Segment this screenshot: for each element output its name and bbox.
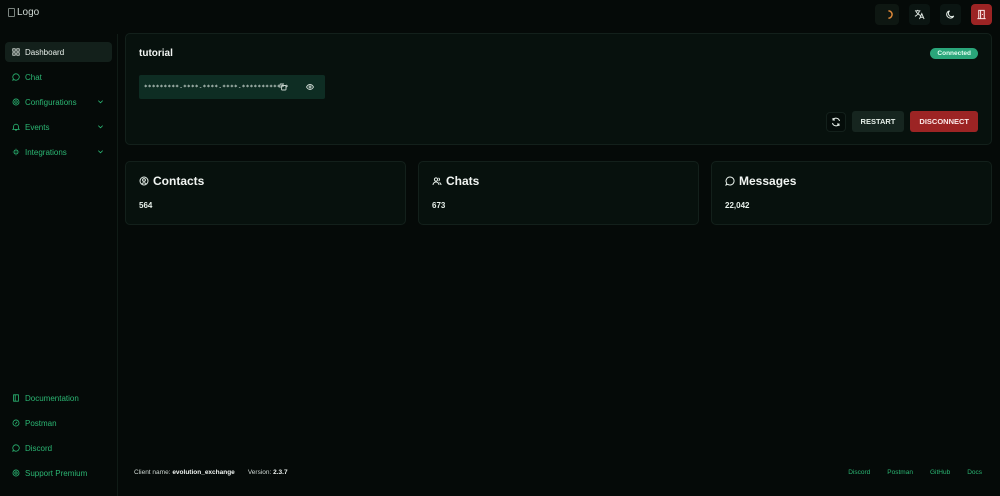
sidebar-item-configurations[interactable]: Configurations — [5, 92, 112, 112]
sidebar-item-label: Configurations — [25, 97, 77, 107]
sidebar-item-postman[interactable]: Postman — [5, 413, 112, 433]
logout-icon — [977, 9, 986, 20]
bell-icon — [12, 123, 20, 131]
sidebar-item-label: Events — [25, 122, 50, 132]
support-icon — [12, 469, 20, 477]
chevron-down-icon — [98, 150, 103, 154]
client-info: Client name: evolution_exchange — [134, 469, 235, 476]
stat-title-label: Contacts — [153, 174, 205, 188]
sidebar-item-label: Dashboard — [25, 47, 65, 57]
postman-icon — [12, 419, 20, 427]
avatar-button[interactable] — [875, 4, 899, 25]
chat-icon — [12, 73, 20, 81]
sidebar-item-label: Integrations — [25, 147, 67, 157]
broken-image-icon — [8, 8, 15, 17]
logo-alt-text: Logo — [17, 7, 40, 18]
sidebar-item-events[interactable]: Events — [5, 117, 112, 137]
sidebar-item-dashboard[interactable]: Dashboard — [5, 42, 112, 62]
sidebar-item-integrations[interactable]: Integrations — [5, 142, 112, 162]
stat-value: 564 — [139, 201, 153, 210]
refresh-icon — [831, 117, 840, 126]
disconnect-button[interactable]: DISCONNECT — [910, 111, 978, 132]
users-icon — [432, 177, 442, 186]
footer-link-github[interactable]: GitHub — [930, 469, 950, 476]
client-label: Client name: — [134, 469, 171, 476]
contacts-icon — [139, 176, 149, 186]
logout-button[interactable] — [971, 4, 992, 25]
translate-icon — [914, 9, 925, 20]
stat-value: 673 — [432, 201, 446, 210]
version-value: 2.3.7 — [273, 469, 288, 476]
book-icon — [13, 394, 19, 402]
version-info: Version: 2.3.7 — [248, 469, 288, 476]
sidebar-item-label: Postman — [25, 418, 57, 428]
sidebar-item-chat[interactable]: Chat — [5, 67, 112, 87]
stat-title-label: Messages — [739, 174, 797, 188]
language-button[interactable] — [909, 4, 930, 25]
eye-icon[interactable] — [306, 83, 314, 91]
footer-info: Client name: evolution_exchange Version:… — [134, 469, 288, 476]
messages-card: Messages 22,042 — [711, 161, 992, 225]
client-name: evolution_exchange — [172, 469, 235, 476]
stat-title: Messages — [725, 174, 796, 188]
sidebar-item-support-premium[interactable]: Support Premium — [5, 463, 112, 483]
instance-card: tutorial Connected *********-****-****-*… — [125, 33, 992, 145]
sidebar-item-label: Chat — [25, 72, 42, 82]
instance-name: tutorial — [139, 48, 173, 59]
puzzle-icon — [12, 148, 20, 156]
sidebar-item-label: Documentation — [25, 393, 79, 403]
chats-card: Chats 673 — [418, 161, 699, 225]
discord-icon — [12, 444, 20, 452]
dashboard-icon — [12, 48, 20, 56]
sidebar-item-label: Discord — [25, 443, 53, 453]
chevron-down-icon — [98, 125, 103, 129]
sidebar-item-documentation[interactable]: Documentation — [5, 388, 112, 408]
sidebar-item-label: Support Premium — [25, 468, 88, 478]
chevron-down-icon — [98, 100, 103, 104]
contacts-card: Contacts 564 — [125, 161, 406, 225]
refresh-button[interactable] — [825, 111, 846, 132]
sidebar: Dashboard Chat Configurations Events Int… — [0, 34, 118, 496]
sidebar-item-discord[interactable]: Discord — [5, 438, 112, 458]
footer-links: Discord Postman GitHub Docs — [848, 469, 982, 476]
footer-link-docs[interactable]: Docs — [967, 469, 982, 476]
gear-icon — [12, 98, 20, 106]
footer-link-discord[interactable]: Discord — [848, 469, 870, 476]
theme-toggle-button[interactable] — [940, 4, 961, 25]
avatar-icon — [887, 10, 893, 19]
stat-value: 22,042 — [725, 201, 750, 210]
moon-icon — [946, 10, 955, 19]
copy-icon[interactable] — [279, 83, 287, 91]
instance-actions: RESTART DISCONNECT — [825, 111, 978, 132]
status-badge: Connected — [930, 48, 978, 59]
message-icon — [725, 176, 735, 186]
stat-title: Contacts — [139, 174, 204, 188]
stat-title-label: Chats — [446, 174, 480, 188]
stat-title: Chats — [432, 174, 479, 188]
version-label: Version: — [247, 469, 272, 476]
api-token-field: *********-****-****-****-************ — [139, 75, 325, 99]
logo: Logo — [8, 7, 39, 18]
restart-button[interactable]: RESTART — [851, 111, 905, 132]
footer-link-postman[interactable]: Postman — [887, 469, 913, 476]
api-token-value: *********-****-****-****-************ — [144, 83, 289, 91]
header-actions — [875, 4, 992, 25]
